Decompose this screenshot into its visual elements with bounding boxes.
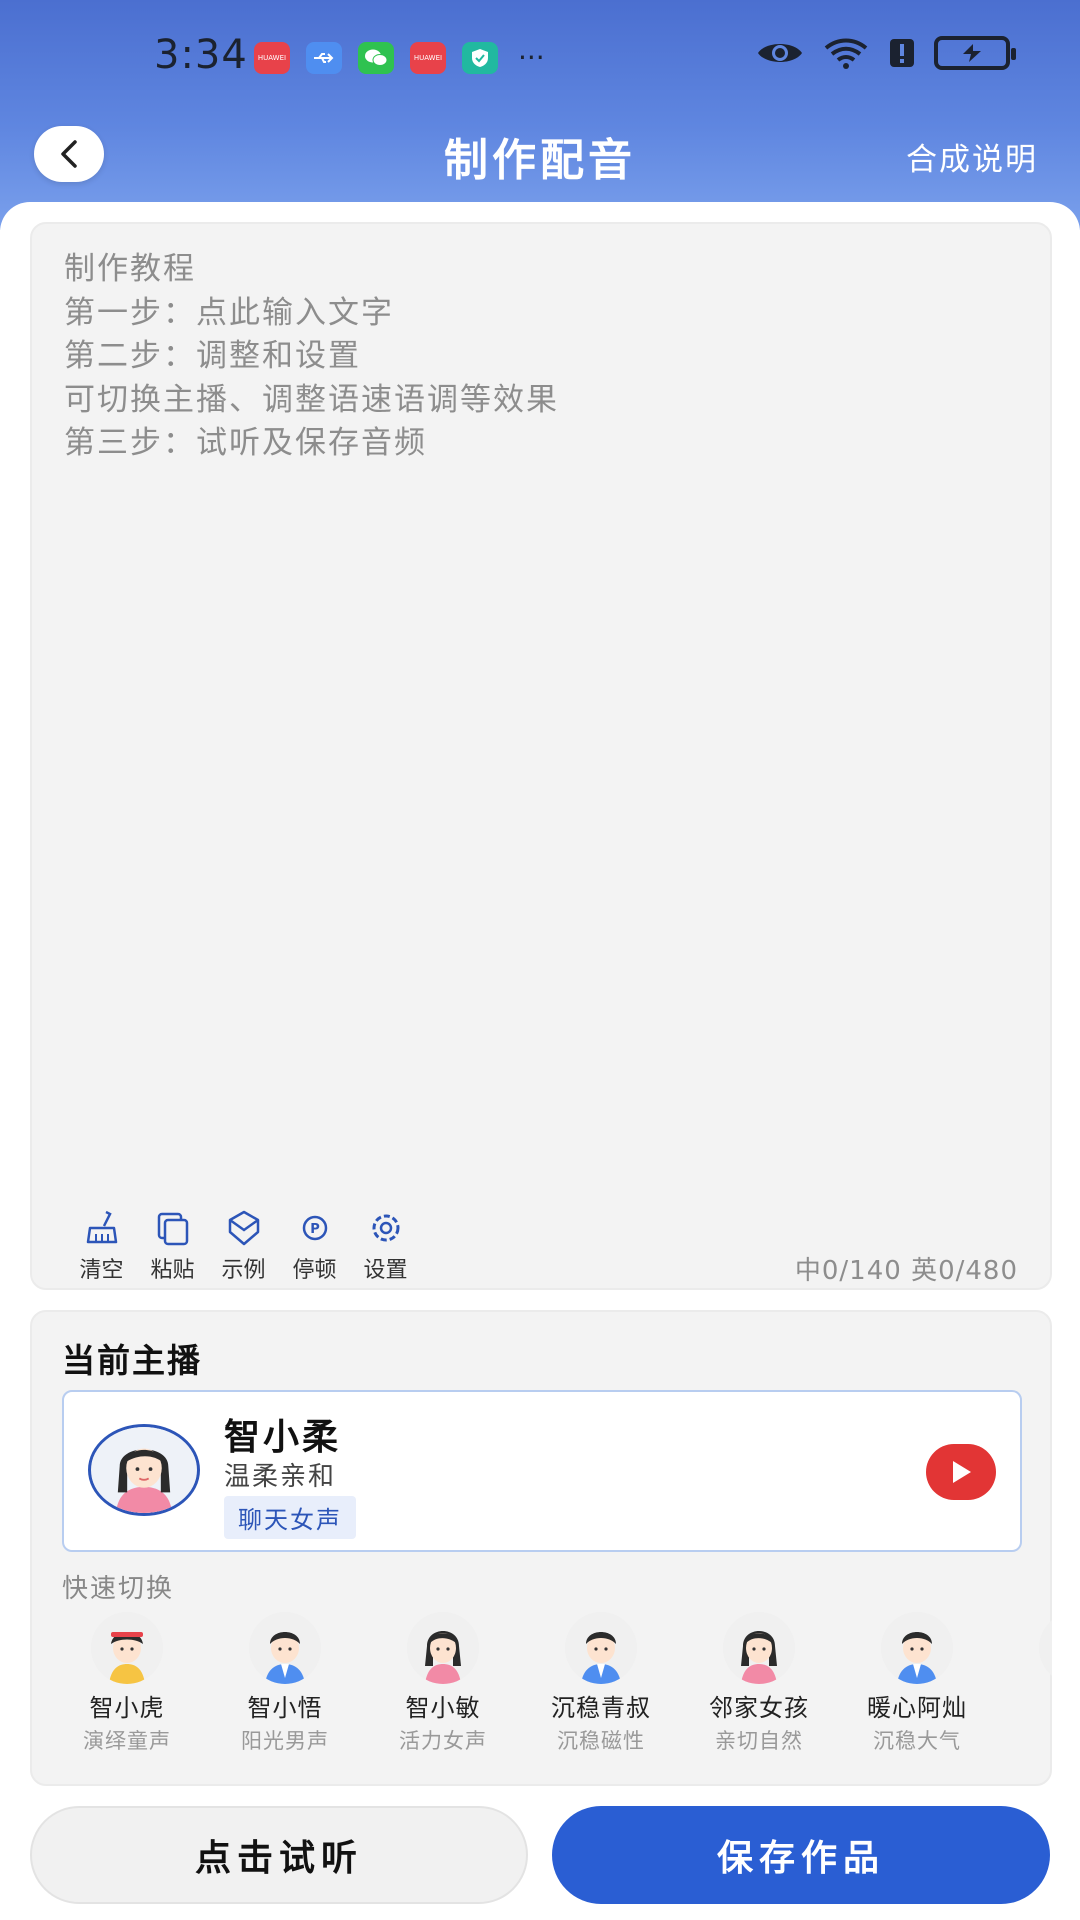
placeholder-line: 可切换主播、调整语速语调等效果: [64, 381, 559, 418]
broom-icon: [86, 1210, 117, 1244]
current-voice-title: 当前主播: [62, 1341, 202, 1380]
quick-voice-sub: 演绎童声: [83, 1729, 171, 1752]
female-avatar: [407, 1612, 479, 1684]
alert-icon: [890, 39, 914, 67]
pause-p-icon: P: [302, 1215, 327, 1241]
wifi-icon: [824, 38, 868, 69]
male-avatar: [249, 1612, 321, 1684]
placeholder-line: 第一步：点此输入文字: [64, 294, 394, 331]
huawei-appgallery-icon: HUAWEI: [254, 42, 290, 74]
quick-voice-item[interactable]: 智小虎 演绎童声: [62, 1612, 192, 1752]
quick-switch-label: 快速切换: [62, 1574, 175, 1604]
notification-icons: HUAWEI HUAWEI ···: [254, 42, 545, 74]
status-bar: 3:34 HUAWEI HUAWEI ···: [0, 0, 1080, 104]
settings-button[interactable]: 设置: [350, 1208, 421, 1284]
more-notifications-icon: ···: [518, 41, 545, 74]
pause-button[interactable]: P 停顿: [279, 1208, 350, 1284]
quick-switch-list: 智小虎 演绎童声 智小悟 阳光男声 智小敏 活力女声 沉稳青叔 沉稳磁性 邻家女…: [62, 1612, 1052, 1752]
editor-toolbar: 清空 粘贴 示例 P 停顿 设置: [66, 1208, 421, 1284]
placeholder-line: 制作教程: [64, 251, 196, 287]
male-avatar: [1039, 1612, 1052, 1684]
quick-voice-name: 智小敏: [405, 1694, 481, 1722]
quick-voice-sub: 沉稳大气: [873, 1729, 961, 1752]
quick-voice-name: 智小虎: [89, 1694, 165, 1722]
paste-icon: [157, 1212, 188, 1246]
quick-voice-sub: 阳光男声: [241, 1729, 329, 1752]
clear-label: 清空: [79, 1258, 124, 1283]
quick-voice-item[interactable]: 沉稳青叔 沉稳磁性: [536, 1612, 666, 1752]
quick-voice-item[interactable]: 暖心阿灿 沉稳大气: [852, 1612, 982, 1752]
current-voice-avatar: [88, 1424, 200, 1516]
listen-preview-button[interactable]: 点击试听: [30, 1806, 528, 1904]
system-icons: [756, 36, 1016, 70]
character-count: 中0/140 英0/480: [794, 1256, 1018, 1286]
female-avatar: [723, 1612, 795, 1684]
svg-text:P: P: [310, 1222, 320, 1237]
security-shield-icon: [462, 42, 498, 74]
paste-label: 粘贴: [150, 1258, 195, 1283]
current-voice-desc: 温柔亲和: [224, 1462, 337, 1492]
current-voice-card[interactable]: 智小柔 温柔亲和 聊天女声: [62, 1390, 1022, 1552]
paste-button[interactable]: 粘贴: [137, 1208, 208, 1284]
text-editor[interactable]: 制作教程 第一步：点此输入文字 第二步：调整和设置 可切换主播、调整语速语调等效…: [30, 222, 1052, 1290]
example-icon: [228, 1210, 259, 1246]
current-voice-tag: 聊天女声: [224, 1496, 356, 1539]
quick-voice-sub: 亲切自然: [715, 1729, 803, 1752]
usb-icon: [306, 42, 342, 74]
voice-panel: 当前主播 智小柔 温柔亲和 聊天女声 快速切换 智小虎 演绎童声 智小悟 阳光男…: [30, 1310, 1052, 1786]
status-time: 3:34: [154, 32, 248, 78]
navigation-bar: 制作配音 合成说明: [0, 104, 1080, 200]
placeholder-line: 第三步：试听及保存音频: [64, 425, 427, 461]
quick-voice-name: 暖心阿灿: [867, 1694, 967, 1722]
quick-voice-item[interactable]: 智小悟 阳光男声: [220, 1612, 350, 1752]
quick-voice-item[interactable]: 邻家女孩 亲切自然: [694, 1612, 824, 1752]
wechat-icon: [358, 42, 394, 74]
settings-label: 设置: [363, 1258, 408, 1283]
example-label: 示例: [221, 1258, 266, 1283]
clear-button[interactable]: 清空: [66, 1208, 137, 1284]
save-work-button[interactable]: 保存作品: [552, 1806, 1050, 1904]
gear-icon: [372, 1214, 399, 1242]
battery-charging-icon: [934, 36, 1016, 70]
quick-voice-item[interactable]: 智小敏 活力女声: [378, 1612, 508, 1752]
pause-label: 停顿: [292, 1258, 337, 1283]
play-icon: [953, 1461, 971, 1483]
quick-voice-sub: 活力女声: [399, 1729, 487, 1752]
eye-icon: [758, 44, 802, 62]
male-avatar: [881, 1612, 953, 1684]
example-button[interactable]: 示例: [208, 1208, 279, 1284]
editor-placeholder: 制作教程 第一步：点此输入文字 第二步：调整和设置 可切换主播、调整语速语调等效…: [64, 248, 559, 466]
quick-voice-name: 邻家女孩: [709, 1694, 809, 1722]
preview-play-button[interactable]: [926, 1444, 996, 1500]
huawei-appgallery-icon: HUAWEI: [410, 42, 446, 74]
quick-voice-sub: 沉稳磁性: [557, 1729, 645, 1752]
quick-voice-item[interactable]: 专 活: [1010, 1612, 1052, 1752]
quick-voice-name: 智小悟: [247, 1694, 323, 1722]
synthesis-help-link[interactable]: 合成说明: [906, 134, 1038, 179]
male-avatar: [565, 1612, 637, 1684]
current-voice-name: 智小柔: [224, 1417, 342, 1458]
child-avatar: [91, 1612, 163, 1684]
placeholder-line: 第二步：调整和设置: [64, 338, 361, 374]
quick-voice-name: 沉稳青叔: [551, 1694, 651, 1722]
